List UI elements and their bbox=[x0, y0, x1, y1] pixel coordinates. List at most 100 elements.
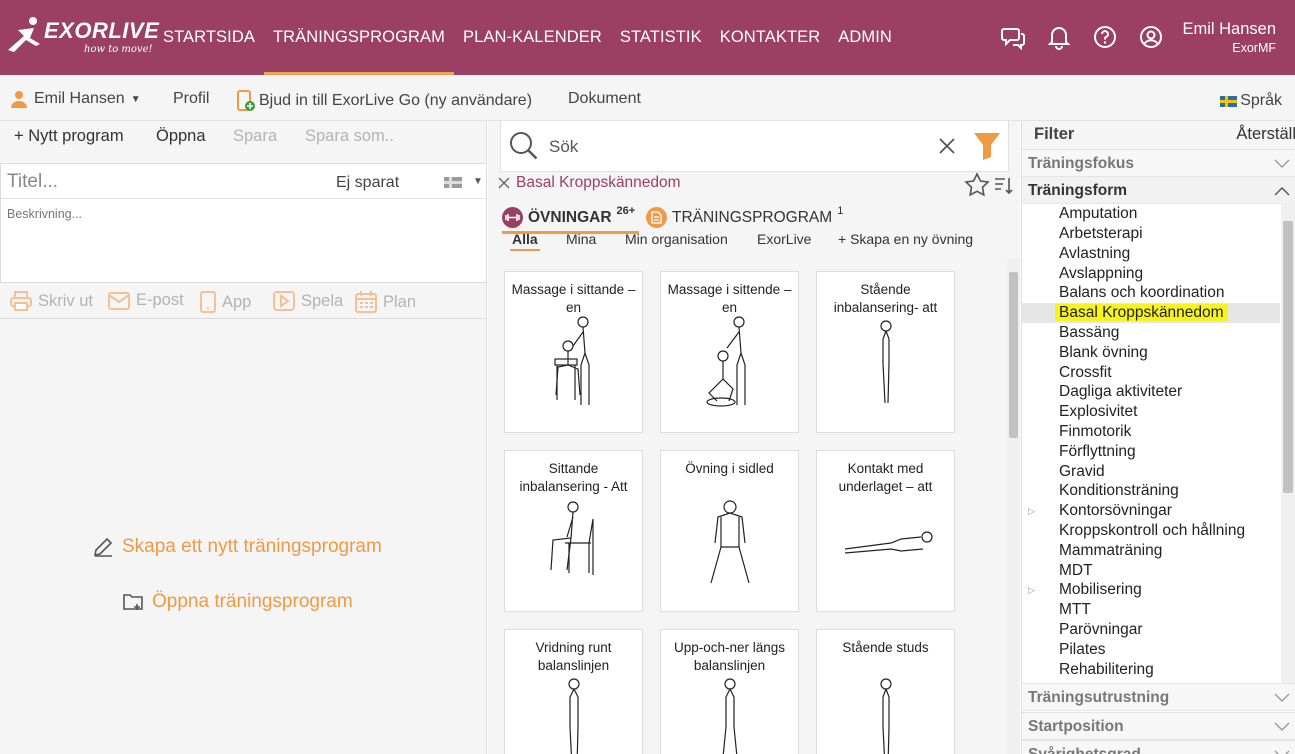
user-box[interactable]: Emil Hansen ExorMF bbox=[1182, 20, 1276, 55]
filter-option[interactable]: Balans och koordination bbox=[1059, 284, 1224, 302]
create-program-link[interactable]: Skapa ett nytt träningsprogram bbox=[92, 536, 382, 558]
filter-option[interactable]: Amputation bbox=[1059, 205, 1137, 223]
tab-exercises[interactable]: ÖVNINGAR 26+ bbox=[502, 205, 640, 234]
print-button[interactable]: Skriv ut bbox=[10, 291, 93, 311]
subtab-exorlive[interactable]: ExorLive bbox=[757, 231, 811, 247]
reset-filter-button[interactable]: Återställ bbox=[1236, 125, 1295, 144]
save-as-button[interactable]: Spara som.. bbox=[305, 127, 394, 146]
scroll-thumb[interactable] bbox=[1009, 272, 1018, 438]
chevron-down-icon: ▼ bbox=[130, 93, 141, 105]
exercise-card[interactable]: Massage i sittande –en bbox=[504, 271, 643, 433]
filter-option[interactable]: Blank övning bbox=[1059, 344, 1148, 362]
clear-icon[interactable] bbox=[938, 137, 956, 155]
filter-option[interactable]: Mobilisering bbox=[1059, 581, 1142, 599]
nav-traningsprogram[interactable]: TRÄNINGSPROGRAM bbox=[263, 0, 455, 75]
filter-option[interactable]: Explosivitet bbox=[1059, 403, 1137, 421]
active-filter-chip[interactable]: Basal Kroppskännedom bbox=[498, 174, 681, 192]
exercise-card[interactable]: Upp-och-ner längs balanslinjen bbox=[660, 629, 799, 754]
nav-statistik[interactable]: STATISTIK bbox=[611, 0, 711, 75]
scroll-thumb[interactable] bbox=[1283, 221, 1293, 493]
section-title: Startposition bbox=[1028, 718, 1124, 735]
filter-funnel-icon[interactable] bbox=[973, 131, 1001, 161]
star-icon[interactable] bbox=[964, 172, 990, 198]
section-difficulty[interactable]: Svårighetsgrad bbox=[1022, 740, 1295, 754]
search-input[interactable]: Sök bbox=[549, 137, 578, 157]
exercise-card[interactable]: Stående studs bbox=[816, 629, 955, 754]
filter-option[interactable]: Dagliga aktiviteter bbox=[1059, 383, 1182, 401]
exorlive-logo[interactable]: EXORLIVE how to move! bbox=[6, 14, 159, 60]
exercise-card[interactable]: Massage i sittende – en bbox=[660, 271, 799, 433]
chat-icon[interactable] bbox=[1000, 24, 1026, 50]
exercise-card[interactable]: Stående inbalansering- att bbox=[816, 271, 955, 433]
folder-add-icon bbox=[123, 594, 143, 610]
bell-icon[interactable] bbox=[1046, 24, 1072, 50]
open-button[interactable]: Öppna bbox=[156, 127, 206, 146]
user-menu[interactable]: Emil Hansen ▼ bbox=[10, 90, 141, 108]
nav-startsida[interactable]: STARTSIDA bbox=[154, 0, 264, 75]
exercise-card[interactable]: Övning i sidled bbox=[660, 450, 799, 612]
expand-triangle-icon[interactable]: ▷ bbox=[1028, 585, 1035, 596]
title-input[interactable]: Titel... bbox=[7, 171, 58, 193]
subtab-alla[interactable]: Alla bbox=[510, 231, 540, 251]
filter-option-selected[interactable]: Basal Kroppskännedom bbox=[1055, 304, 1228, 322]
filter-option[interactable]: MDT bbox=[1059, 562, 1093, 580]
tab-programs[interactable]: TRÄNINGSPROGRAM 1 bbox=[646, 205, 843, 228]
program-actions: Skriv ut E-post App Spela Plan bbox=[0, 283, 487, 319]
active-filter-label: Basal Kroppskännedom bbox=[516, 174, 681, 191]
filter-option[interactable]: Finmotorik bbox=[1059, 423, 1131, 441]
section-training-form[interactable]: Träningsform bbox=[1022, 176, 1295, 204]
exercise-card[interactable]: Kontakt med underlaget – att bbox=[816, 450, 955, 612]
filter-scrollbar[interactable] bbox=[1281, 203, 1295, 683]
filter-option[interactable]: Rehabilitering bbox=[1059, 661, 1154, 679]
filter-option[interactable]: Gravid bbox=[1059, 463, 1105, 481]
exercise-scrollbar[interactable] bbox=[1007, 258, 1020, 754]
app-button[interactable]: App bbox=[200, 291, 251, 313]
filter-option[interactable]: Avslappning bbox=[1059, 265, 1143, 283]
save-button[interactable]: Spara bbox=[233, 127, 277, 146]
account-icon[interactable] bbox=[1138, 24, 1164, 50]
filter-option[interactable]: Crossfit bbox=[1059, 364, 1112, 382]
filter-option[interactable]: Konditionsträning bbox=[1059, 482, 1179, 500]
description-input[interactable]: Beskrivning... bbox=[7, 207, 82, 221]
subtab-min-organisation[interactable]: Min organisation bbox=[625, 231, 728, 247]
section-training-focus[interactable]: Träningsfokus bbox=[1022, 149, 1295, 177]
exercise-card[interactable]: Vridning runt balanslinjen bbox=[504, 629, 643, 754]
remove-filter-icon[interactable] bbox=[498, 177, 510, 189]
chevron-down-icon[interactable]: ▼ bbox=[473, 176, 483, 187]
open-program-link[interactable]: Öppna träningsprogram bbox=[122, 591, 353, 613]
exercise-title: Massage i sittende – en bbox=[667, 282, 792, 315]
filter-option[interactable]: Parövningar bbox=[1059, 621, 1143, 639]
subtab-mina[interactable]: Mina bbox=[566, 231, 596, 247]
create-exercise-link[interactable]: + Skapa en ny övning bbox=[838, 231, 973, 247]
plan-button[interactable]: Plan bbox=[355, 291, 416, 313]
user-menu-label: Emil Hansen bbox=[34, 90, 125, 107]
filter-option[interactable]: Mammaträning bbox=[1059, 542, 1162, 560]
filter-option[interactable]: Bassäng bbox=[1059, 324, 1119, 342]
section-start-position[interactable]: Startposition bbox=[1022, 712, 1295, 740]
filter-option[interactable]: Arbetsterapi bbox=[1059, 225, 1143, 243]
nav-plan-kalender[interactable]: PLAN-KALENDER bbox=[454, 0, 611, 75]
documents-link[interactable]: Dokument bbox=[568, 90, 641, 108]
phone-icon bbox=[200, 291, 216, 313]
exercise-card[interactable]: Sittande inbalansering - Att bbox=[504, 450, 643, 612]
language-selector[interactable]: Språk bbox=[1220, 92, 1282, 110]
filter-option[interactable]: Avlastning bbox=[1059, 245, 1130, 263]
section-training-equipment[interactable]: Träningsutrustning bbox=[1022, 683, 1295, 711]
help-icon[interactable] bbox=[1092, 24, 1118, 50]
sort-icon[interactable] bbox=[994, 176, 1014, 196]
profile-link[interactable]: Profil bbox=[173, 90, 209, 108]
expand-triangle-icon[interactable]: ▷ bbox=[1028, 506, 1035, 517]
filter-option[interactable]: MTT bbox=[1059, 601, 1091, 619]
filter-option[interactable]: Förflyttning bbox=[1059, 443, 1136, 461]
new-program-button[interactable]: + Nytt program bbox=[14, 127, 124, 146]
filter-option[interactable]: Kontorsövningar bbox=[1059, 502, 1172, 520]
language-flag-icon[interactable] bbox=[444, 177, 462, 188]
filter-option[interactable]: Pilates bbox=[1059, 641, 1106, 659]
invite-link[interactable]: Bjud in till ExorLive Go (ny användare) bbox=[236, 90, 532, 112]
nav-admin[interactable]: ADMIN bbox=[829, 0, 901, 75]
play-button[interactable]: Spela bbox=[273, 291, 343, 311]
email-button[interactable]: E-post bbox=[108, 291, 184, 310]
filter-option[interactable]: Kroppskontroll och hållning bbox=[1059, 522, 1245, 540]
exercise-title: Kontakt med underlaget – att bbox=[838, 461, 933, 494]
nav-kontakter[interactable]: KONTAKTER bbox=[711, 0, 830, 75]
